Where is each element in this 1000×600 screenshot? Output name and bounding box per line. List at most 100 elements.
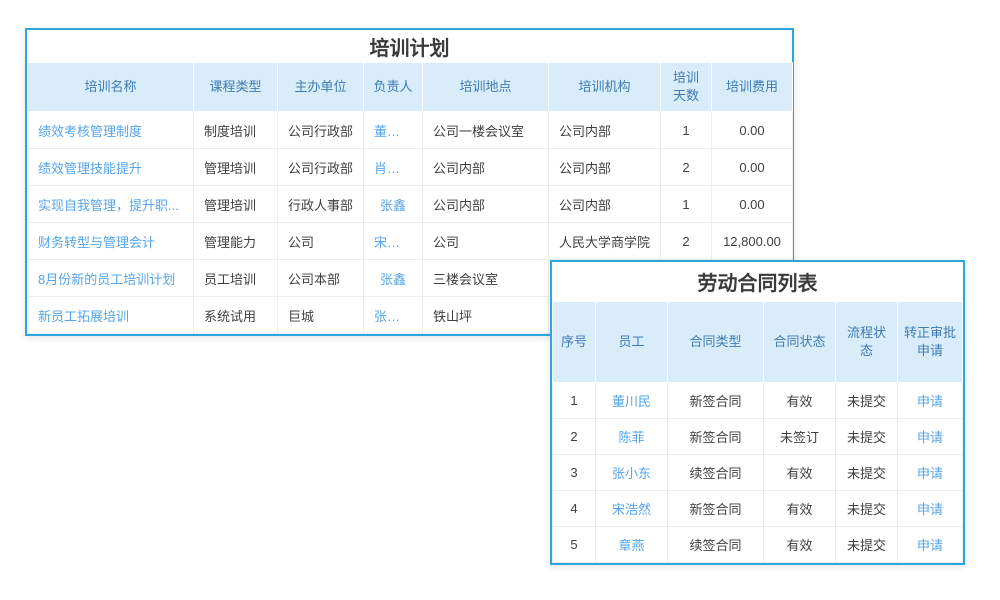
- index-cell: 5: [553, 527, 596, 563]
- approval-cell[interactable]: 申请: [898, 455, 963, 491]
- days-cell: 2: [661, 223, 712, 260]
- employee-cell[interactable]: 张小东: [596, 455, 668, 491]
- course-type-cell: 管理培训: [194, 186, 278, 223]
- location-cell: 公司一楼会议室: [423, 112, 549, 149]
- location-cell: 公司内部: [423, 186, 549, 223]
- column-header-approval: 转正审批 申请: [898, 302, 963, 383]
- column-header-process-status: 流程状 态: [836, 302, 898, 383]
- leader-cell[interactable]: 张鑫: [364, 260, 423, 297]
- header-row: 序号员工合同类型合同状态流程状 态转正审批 申请: [553, 302, 963, 383]
- table-row: 3张小东续签合同有效未提交申请: [553, 455, 963, 491]
- process-status-cell: 未提交: [836, 491, 898, 527]
- employee-cell[interactable]: 陈菲: [596, 419, 668, 455]
- location-cell: 三楼会议室: [423, 260, 549, 297]
- employee-cell[interactable]: 董川民: [596, 383, 668, 419]
- organizer-cell: 巨城: [278, 297, 364, 334]
- course-type-cell: 管理能力: [194, 223, 278, 260]
- contract-status-cell: 有效: [764, 455, 836, 491]
- column-header-leader: 负责人: [364, 63, 423, 112]
- leader-cell[interactable]: 宋浩然: [364, 223, 423, 260]
- column-header-organizer: 主办单位: [278, 63, 364, 112]
- cost-cell: 0.00: [712, 186, 793, 223]
- training-name-cell[interactable]: 8月份新的员工培训计划: [28, 260, 194, 297]
- leader-cell[interactable]: 张小东: [364, 297, 423, 334]
- table-row: 4宋浩然新签合同有效未提交申请: [553, 491, 963, 527]
- cost-cell: 0.00: [712, 149, 793, 186]
- course-type-cell: 系统试用: [194, 297, 278, 334]
- contract-status-cell: 有效: [764, 527, 836, 563]
- organizer-cell: 公司行政部: [278, 112, 364, 149]
- header-row: 培训名称课程类型主办单位负责人培训地点培训机构培训 天数培训费用: [28, 63, 793, 112]
- approval-cell[interactable]: 申请: [898, 491, 963, 527]
- column-header-days: 培训 天数: [661, 63, 712, 112]
- location-cell: 公司: [423, 223, 549, 260]
- labor-contract-title: 劳动合同列表: [552, 262, 963, 301]
- table-row: 绩效考核管理制度制度培训公司行政部董川民公司一楼会议室公司内部10.00: [28, 112, 793, 149]
- approval-cell[interactable]: 申请: [898, 419, 963, 455]
- index-cell: 4: [553, 491, 596, 527]
- column-header-course-type: 课程类型: [194, 63, 278, 112]
- organizer-cell: 行政人事部: [278, 186, 364, 223]
- column-header-institution: 培训机构: [549, 63, 661, 112]
- column-header-cost: 培训费用: [712, 63, 793, 112]
- approval-cell[interactable]: 申请: [898, 383, 963, 419]
- organizer-cell: 公司行政部: [278, 149, 364, 186]
- cost-cell: 0.00: [712, 112, 793, 149]
- training-plan-title: 培训计划: [27, 30, 792, 62]
- table-row: 绩效管理技能提升管理培训公司行政部肖亚军公司内部公司内部20.00: [28, 149, 793, 186]
- leader-cell[interactable]: 张鑫: [364, 186, 423, 223]
- location-cell: 铁山坪: [423, 297, 549, 334]
- leader-cell[interactable]: 肖亚军: [364, 149, 423, 186]
- training-name-cell[interactable]: 绩效考核管理制度: [28, 112, 194, 149]
- training-name-cell[interactable]: 绩效管理技能提升: [28, 149, 194, 186]
- contract-type-cell: 续签合同: [668, 455, 764, 491]
- training-name-cell[interactable]: 新员工拓展培训: [28, 297, 194, 334]
- institution-cell: 公司内部: [549, 112, 661, 149]
- institution-cell: 人民大学商学院: [549, 223, 661, 260]
- institution-cell: 公司内部: [549, 186, 661, 223]
- labor-contract-table: 序号员工合同类型合同状态流程状 态转正审批 申请1董川民新签合同有效未提交申请2…: [552, 301, 963, 563]
- employee-cell[interactable]: 宋浩然: [596, 491, 668, 527]
- course-type-cell: 管理培训: [194, 149, 278, 186]
- table-row: 2陈菲新签合同未签订未提交申请: [553, 419, 963, 455]
- index-cell: 2: [553, 419, 596, 455]
- contract-type-cell: 新签合同: [668, 491, 764, 527]
- cost-cell: 12,800.00: [712, 223, 793, 260]
- leader-cell[interactable]: 董川民: [364, 112, 423, 149]
- table-row: 1董川民新签合同有效未提交申请: [553, 383, 963, 419]
- process-status-cell: 未提交: [836, 383, 898, 419]
- training-name-cell[interactable]: 实现自我管理，提升职...: [28, 186, 194, 223]
- days-cell: 1: [661, 186, 712, 223]
- contract-status-cell: 有效: [764, 383, 836, 419]
- days-cell: 2: [661, 149, 712, 186]
- days-cell: 1: [661, 112, 712, 149]
- organizer-cell: 公司本部: [278, 260, 364, 297]
- labor-contract-panel: 劳动合同列表 序号员工合同类型合同状态流程状 态转正审批 申请1董川民新签合同有…: [550, 260, 965, 565]
- column-header-location: 培训地点: [423, 63, 549, 112]
- column-header-contract-status: 合同状态: [764, 302, 836, 383]
- training-name-cell[interactable]: 财务转型与管理会计: [28, 223, 194, 260]
- contract-status-cell: 有效: [764, 491, 836, 527]
- process-status-cell: 未提交: [836, 527, 898, 563]
- approval-cell[interactable]: 申请: [898, 527, 963, 563]
- employee-cell[interactable]: 章燕: [596, 527, 668, 563]
- column-header-index: 序号: [553, 302, 596, 383]
- process-status-cell: 未提交: [836, 455, 898, 491]
- index-cell: 3: [553, 455, 596, 491]
- course-type-cell: 制度培训: [194, 112, 278, 149]
- institution-cell: 公司内部: [549, 149, 661, 186]
- table-row: 5章燕续签合同有效未提交申请: [553, 527, 963, 563]
- table-row: 财务转型与管理会计管理能力公司宋浩然公司人民大学商学院212,800.00: [28, 223, 793, 260]
- table-row: 实现自我管理，提升职...管理培训行政人事部张鑫公司内部公司内部10.00: [28, 186, 793, 223]
- contract-type-cell: 续签合同: [668, 527, 764, 563]
- column-header-training-name: 培训名称: [28, 63, 194, 112]
- course-type-cell: 员工培训: [194, 260, 278, 297]
- organizer-cell: 公司: [278, 223, 364, 260]
- index-cell: 1: [553, 383, 596, 419]
- contract-type-cell: 新签合同: [668, 419, 764, 455]
- location-cell: 公司内部: [423, 149, 549, 186]
- process-status-cell: 未提交: [836, 419, 898, 455]
- column-header-contract-type: 合同类型: [668, 302, 764, 383]
- contract-status-cell: 未签订: [764, 419, 836, 455]
- column-header-employee: 员工: [596, 302, 668, 383]
